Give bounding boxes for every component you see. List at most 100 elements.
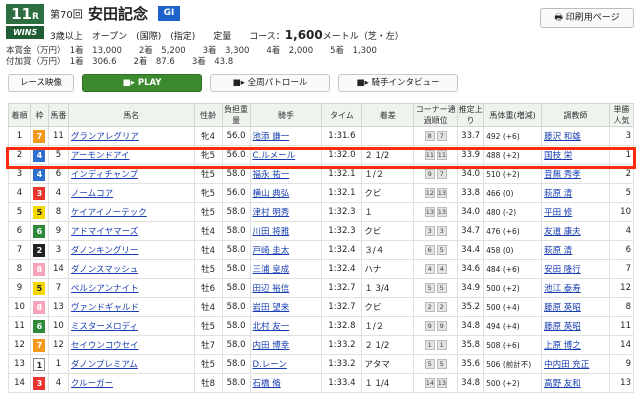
jockey-link[interactable]: 田辺 裕信: [253, 284, 290, 294]
rank-cell: 10: [8, 297, 31, 317]
horse-name-link[interactable]: アドマイヤマーズ: [71, 227, 138, 237]
trainer-link[interactable]: 萩原 清: [544, 246, 572, 256]
body-weight-cell: 476 (+6): [483, 221, 543, 241]
popularity-cell: 12: [608, 278, 635, 298]
horse-name-link[interactable]: セイウンコウセイ: [71, 341, 139, 351]
jockey-cell: 北村 友一: [249, 316, 323, 336]
column-header: 馬体重(増減): [483, 103, 543, 127]
jockey-link[interactable]: 池添 謙一: [253, 132, 290, 142]
horse-number-cell: 9: [47, 221, 69, 241]
trainer-link[interactable]: 音無 秀孝: [544, 170, 581, 180]
jockey-link[interactable]: 津村 明秀: [253, 208, 290, 218]
trainer-link[interactable]: 平田 修: [544, 208, 572, 218]
table-row: 13 1 1 ダノンプレミアム 牡5 58.0 D.レーン 1:33.2 アタマ 5 5 35.6 50…: [8, 354, 635, 374]
jockey-link[interactable]: 川田 将雅: [253, 227, 290, 237]
jockey-cell: 津村 明秀: [249, 202, 323, 222]
horse-name-cell: セイウンコウセイ: [67, 335, 195, 355]
jockey-cell: D.レーン: [249, 354, 323, 374]
jockey-link[interactable]: 石橋 脩: [253, 379, 281, 389]
corner-cell: 11: [413, 335, 459, 355]
jockey-link[interactable]: 岩田 望来: [253, 303, 290, 313]
jockey-cell: 岩田 望来: [249, 297, 323, 317]
corner-position: 13: [436, 378, 447, 388]
jockey-link[interactable]: D.レーン: [253, 360, 287, 370]
rank-cell: 11: [8, 316, 31, 336]
last-3f-cell: 34.0: [457, 164, 485, 184]
gate-badge: 7: [33, 338, 46, 352]
corner-cell: 99: [413, 316, 459, 336]
time-cell: 1:32.3: [321, 202, 363, 222]
horse-name-cell: ペルシアンナイト: [67, 278, 195, 298]
column-header: 調教師: [541, 103, 610, 127]
corner-position: 6: [424, 245, 435, 255]
body-weight-cell: 492 (+6): [483, 126, 543, 146]
time-cell: 1:32.3: [321, 221, 363, 241]
trainer-link[interactable]: 国枝 栄: [544, 151, 572, 161]
trainer-link[interactable]: 萩原 清: [544, 189, 572, 199]
trainer-cell: 中内田 充正: [541, 354, 610, 374]
weight-cell: 58.0: [221, 240, 251, 260]
jockey-link[interactable]: 戸崎 圭太: [253, 246, 290, 256]
gate-badge: 4: [33, 148, 46, 162]
trainer-link[interactable]: 高野 友和: [544, 379, 581, 389]
sex-age-cell: 牝4: [193, 126, 223, 146]
weight-cell: 56.0: [221, 126, 251, 146]
trainer-link[interactable]: 中内田 充正: [544, 360, 589, 370]
jockey-link[interactable]: 内田 博幸: [253, 341, 290, 351]
horse-name-link[interactable]: ノームコア: [71, 189, 113, 199]
horse-name-link[interactable]: インディチャンプ: [71, 170, 138, 180]
horse-name-link[interactable]: ダノンキングリー: [71, 246, 139, 256]
race-video-button[interactable]: レース映像: [8, 74, 74, 92]
weight-cell: 58.0: [221, 202, 251, 222]
horse-name-link[interactable]: アーモンドアイ: [71, 151, 130, 161]
race-name: 安田記念: [88, 5, 149, 23]
popularity-cell: 3: [608, 126, 635, 146]
jockey-link[interactable]: 三浦 皇成: [253, 265, 290, 275]
trainer-cell: 平田 修: [541, 202, 610, 222]
gate-badge: 5: [33, 281, 46, 295]
column-header: 枠: [29, 103, 49, 127]
popularity-cell: 1: [608, 145, 635, 165]
trainer-link[interactable]: 安田 隆行: [544, 265, 581, 275]
corner-cell: 14 13: [413, 373, 459, 393]
corner-cell: 65: [413, 240, 459, 260]
horse-name-cell: アドマイヤマーズ: [67, 221, 195, 241]
horse-name-link[interactable]: クルーガー: [71, 379, 113, 389]
table-row: 5 5 8 ケイアイノーテック 牡5 58.0 津村 明秀 1:32.3 １ 13 13 34.0 48…: [8, 202, 635, 222]
trainer-link[interactable]: 藤原 英昭: [544, 303, 581, 313]
margin-cell: ２ 1/2: [361, 145, 415, 165]
time-cell: 1:32.1: [321, 183, 363, 203]
horse-name-link[interactable]: ケイアイノーテック: [71, 208, 147, 218]
horse-name-link[interactable]: ペルシアンナイト: [71, 284, 139, 294]
win5-badge: WIN5: [6, 26, 44, 39]
trainer-link[interactable]: 藤沢 和雄: [544, 132, 581, 142]
time-cell: 1:32.1: [321, 164, 363, 184]
trainer-link[interactable]: 友道 康夫: [544, 227, 581, 237]
trainer-link[interactable]: 上原 博之: [544, 341, 581, 351]
jockey-interview-button[interactable]: ■▸ 騎手インタビュー: [338, 74, 458, 92]
horse-name-link[interactable]: グランアレグリア: [71, 132, 139, 142]
horse-name-link[interactable]: ダノンスマッシュ: [71, 265, 138, 275]
jockey-link[interactable]: 福永 祐一: [253, 170, 290, 180]
jockey-link[interactable]: 北村 友一: [253, 322, 290, 332]
jockey-link[interactable]: C.ルメール: [253, 151, 296, 161]
print-page-button[interactable]: 🖶 印刷用ページ: [540, 8, 634, 28]
corner-position: 2: [424, 302, 435, 312]
sex-age-cell: 牝5: [193, 145, 223, 165]
body-weight-cell: 508 (+6): [483, 335, 543, 355]
horse-name-link[interactable]: ダノンプレミアム: [71, 360, 138, 370]
horse-name-link[interactable]: ミスターメロディ: [71, 322, 138, 332]
table-row: 7 2 3 ダノンキングリー 牡4 58.0 戸崎 圭太 1:32.4 ３/４ 6 5 34.4 458…: [8, 240, 635, 260]
margin-cell: ３/４: [361, 240, 415, 260]
trainer-link[interactable]: 藤原 英昭: [544, 322, 581, 332]
gate-cell: 6: [29, 316, 49, 336]
jockey-link[interactable]: 横山 典弘: [253, 189, 290, 199]
gate-badge: 4: [33, 167, 46, 181]
play-button[interactable]: ■▸ PLAY: [82, 74, 202, 92]
horse-name-link[interactable]: ヴァンドギャルド: [71, 303, 139, 313]
corner-position: 13: [436, 207, 447, 217]
patrol-video-button[interactable]: ■▸ 全周パトロール: [210, 74, 330, 92]
horse-number-cell: 3: [47, 240, 69, 260]
margin-cell: ２ 1/2: [361, 335, 415, 355]
trainer-link[interactable]: 池江 泰寿: [544, 284, 581, 294]
